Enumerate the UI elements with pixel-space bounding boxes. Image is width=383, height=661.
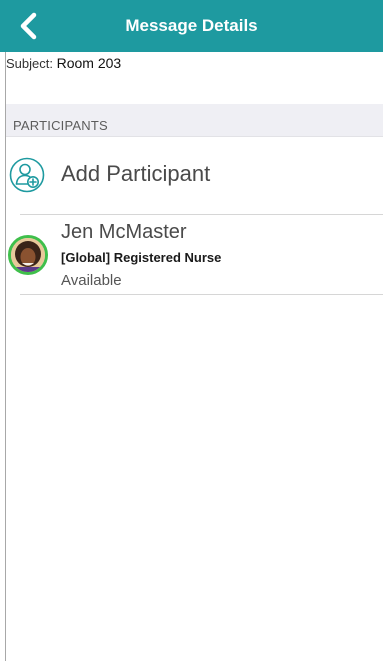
participant-role: [Global] Registered Nurse	[61, 250, 222, 265]
add-user-icon	[9, 157, 45, 193]
participants-section-header: PARTICIPANTS	[6, 104, 383, 137]
avatar	[8, 235, 48, 275]
page-title: Message Details	[125, 16, 258, 35]
participant-row[interactable]: Jen McMaster [Global] Registered Nurse A…	[6, 216, 383, 294]
row-divider	[20, 294, 383, 295]
avatar-photo	[11, 238, 45, 272]
subject-value: Room 203	[56, 55, 122, 71]
navigation-bar: Message Details	[0, 0, 383, 52]
chevron-left-icon	[20, 12, 37, 40]
row-divider	[20, 214, 383, 215]
subject-label: Subject:	[6, 56, 53, 71]
back-button[interactable]	[10, 8, 46, 44]
participant-status: Available	[61, 272, 122, 289]
message-details-screen: Message Details Subject: Room 203 PARTIC…	[0, 0, 383, 661]
add-participant-button[interactable]: Add Participant	[6, 137, 383, 214]
participant-name: Jen McMaster	[61, 221, 187, 243]
subject-row: Subject: Room 203	[6, 55, 121, 71]
add-participant-label: Add Participant	[61, 161, 211, 186]
